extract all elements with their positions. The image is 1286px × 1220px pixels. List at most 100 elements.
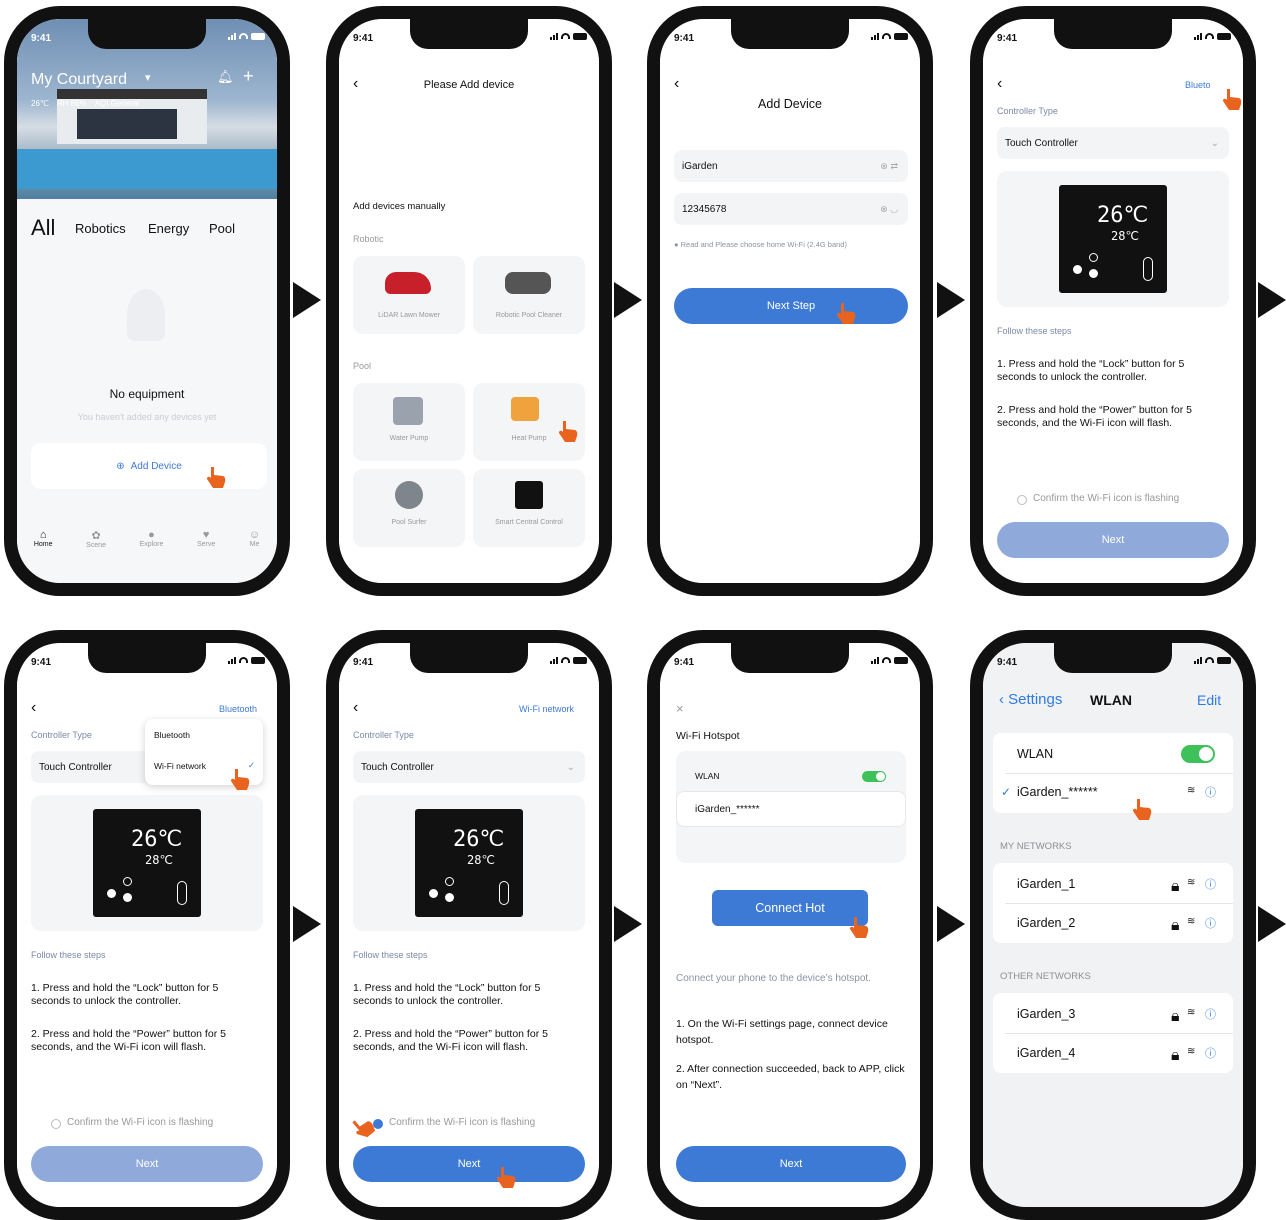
connect-hotspot-button[interactable]: Connect Hot	[712, 890, 868, 926]
add-circle-icon: ⊕	[116, 460, 125, 472]
controller-type-label: Controller Type	[353, 730, 414, 740]
controller-preview: 26℃ 28℃	[997, 171, 1229, 307]
info-icon[interactable]: ⓘ	[1205, 784, 1216, 800]
flow-arrow	[614, 282, 642, 318]
device-card-water-pump[interactable]: Water Pump	[353, 383, 465, 461]
confirm-label: Confirm the Wi-Fi icon is flashing	[1033, 493, 1180, 504]
add-device-button[interactable]: ⊕ Add Device	[31, 443, 267, 489]
confirm-checkbox[interactable]	[51, 1119, 61, 1129]
flow-arrow	[1258, 282, 1286, 318]
step-2: 2. After connection succeeded, back to A…	[676, 1063, 905, 1091]
flow-arrow	[293, 282, 321, 318]
wifi-icon: ≋	[1187, 1007, 1196, 1018]
tap-hand-icon	[1133, 799, 1152, 820]
central-control-image	[515, 481, 543, 509]
network-row-igarden-1[interactable]: iGarden_1	[1017, 877, 1075, 891]
close-icon[interactable]: ×	[676, 701, 684, 716]
ssid-field[interactable]: iGarden ⊗ ⇄	[674, 150, 908, 182]
weather-aqi: AQI General	[94, 99, 140, 108]
step-1: 1. On the Wi-Fi settings page, connect d…	[676, 1018, 888, 1046]
bottom-nav: ⌂ Home ✿ Scene ● Explore ♥ Serve ☺ Me	[17, 529, 277, 579]
tap-hand-icon	[850, 917, 869, 938]
home-title[interactable]: My Courtyard	[31, 71, 127, 89]
wlan-toggle[interactable]	[1181, 745, 1215, 763]
nav-serve[interactable]: ♥ Serve	[197, 529, 215, 579]
status-icons	[1194, 656, 1231, 664]
add-device-label: Add Device	[130, 460, 182, 472]
confirm-label: Confirm the Wi-Fi icon is flashing	[67, 1117, 214, 1128]
status-time: 9:41	[674, 33, 695, 44]
controller-type-select[interactable]: Touch Controller ⌄	[353, 751, 585, 783]
device-card-smart-central-control[interactable]: Smart Central Control	[473, 469, 585, 547]
empty-title: No equipment	[109, 387, 185, 401]
back-icon[interactable]: ‹	[31, 699, 36, 717]
status-time: 9:41	[674, 657, 695, 668]
info-icon[interactable]: ⓘ	[1205, 1045, 1216, 1061]
step-2: 2. Press and hold the “Power” button for…	[997, 404, 1192, 429]
back-icon[interactable]: ‹	[674, 75, 679, 93]
network-row-igarden-2[interactable]: iGarden_2	[1017, 916, 1075, 930]
controller-image: 26℃ 28℃	[93, 809, 201, 917]
connection-mode-toggle[interactable]: Wi-Fi network	[519, 704, 574, 714]
info-icon[interactable]: ⓘ	[1205, 876, 1216, 892]
wlan-card: WLAN iGarden_******	[676, 751, 906, 863]
confirm-checkbox[interactable]	[1017, 495, 1027, 505]
nav-me[interactable]: ☺ Me	[249, 529, 260, 579]
info-icon[interactable]: ⓘ	[1205, 1006, 1216, 1022]
tab-pool[interactable]: Pool	[209, 221, 235, 236]
status-time: 9:41	[997, 657, 1018, 668]
flow-arrow	[937, 906, 965, 942]
settings-back-button[interactable]: ‹ Settings	[999, 691, 1062, 708]
next-button[interactable]: Next	[31, 1146, 263, 1182]
password-field[interactable]: 12345678 ⊗ ◡	[674, 193, 908, 225]
page-title: Wi-Fi Hotspot	[676, 730, 740, 742]
next-button[interactable]: Next	[353, 1146, 585, 1182]
controller-type-select[interactable]: Touch Controller ⌄	[997, 127, 1229, 159]
nav-home[interactable]: ⌂ Home	[34, 529, 53, 579]
nav-scene[interactable]: ✿ Scene	[86, 529, 106, 579]
device-card-pool-cleaner[interactable]: Robotic Pool Cleaner	[473, 256, 585, 334]
chevron-down-icon: ⌄	[1210, 137, 1219, 149]
section-title: Add devices manually	[353, 201, 446, 212]
weather-temp: 26℃	[31, 99, 49, 108]
back-icon[interactable]: ‹	[997, 75, 1002, 93]
lock-icon: 🔒︎	[1171, 1008, 1180, 1025]
nav-explore[interactable]: ● Explore	[140, 529, 164, 579]
edit-button[interactable]: Edit	[1197, 692, 1221, 708]
option-bluetooth[interactable]: Bluetooth	[154, 730, 190, 740]
next-button[interactable]: Next	[676, 1146, 906, 1182]
eye-icon[interactable]: ⊗ ◡	[880, 204, 898, 215]
bell-icon[interactable]: 🔔︎	[217, 69, 234, 85]
info-icon[interactable]: ⓘ	[1205, 915, 1216, 931]
connection-mode-toggle[interactable]: Bluetooth	[219, 704, 257, 714]
device-card-lawn-mower[interactable]: LiDAR Lawn Mower	[353, 256, 465, 334]
tap-hand-icon	[497, 1167, 516, 1188]
connection-mode-toggle[interactable]: Blueto	[1185, 80, 1211, 90]
option-wifi-network[interactable]: Wi-Fi network	[154, 761, 206, 771]
device-card-pool-surfer[interactable]: Pool Surfer	[353, 469, 465, 547]
step-1: 1. Press and hold the “Lock” button for …	[353, 982, 541, 1007]
phone-add-device-wifi: 9:41 ‹ Add Device iGarden ⊗ ⇄ 12345678 ⊗…	[647, 6, 933, 596]
tap-hand-icon	[352, 1120, 376, 1138]
tab-energy[interactable]: Energy	[148, 221, 189, 236]
robotic-label: Robotic	[353, 234, 384, 244]
chevron-down-icon[interactable]: ▾	[145, 71, 151, 84]
network-row-igarden-3[interactable]: iGarden_3	[1017, 1007, 1075, 1021]
network-row-igarden-4[interactable]: iGarden_4	[1017, 1046, 1075, 1060]
next-step-button[interactable]: Next Step	[674, 288, 908, 324]
wlan-section: WLAN ✓ iGarden_****** ≋ ⓘ	[993, 733, 1233, 813]
switch-icon[interactable]: ⊗ ⇄	[880, 161, 898, 172]
wlan-toggle[interactable]	[862, 771, 886, 782]
controller-preview: 26℃ 28℃	[31, 795, 263, 931]
next-button[interactable]: Next	[997, 522, 1229, 558]
connected-network[interactable]: iGarden_******	[1017, 785, 1098, 799]
hotspot-network-row[interactable]: iGarden_******	[676, 791, 906, 827]
tab-robotics[interactable]: Robotics	[75, 221, 126, 236]
status-time: 9:41	[353, 657, 374, 668]
weather-bar: 26℃ RH 86% AQI General	[31, 99, 139, 108]
pool-surfer-image	[395, 481, 423, 509]
tab-all[interactable]: All	[31, 215, 55, 241]
back-icon[interactable]: ‹	[353, 699, 358, 717]
wlan-label: WLAN	[695, 771, 720, 781]
add-icon[interactable]: +	[243, 66, 254, 87]
